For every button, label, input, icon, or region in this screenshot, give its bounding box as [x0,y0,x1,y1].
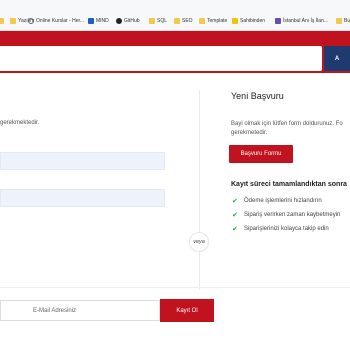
benefits-title: Kayıt süreci tamamlandıktan sonra [231,181,347,188]
bookmark-online-kurslar[interactable]: Online Kurslar - Her... [28,16,84,26]
bookmark-seo[interactable]: SEO [174,16,193,26]
check-icon: ✔ [232,226,238,233]
folder-icon [199,18,205,24]
form-note: gerekmektedir. [0,120,40,126]
search-button[interactable]: A [324,46,350,71]
column-divider [199,90,200,290]
bookmark-github[interactable]: GitHub [116,16,140,26]
bookmark-sql[interactable]: SQL [149,16,167,26]
new-application-description: Bayi olmak için lütfen form doldurunuz. … [231,121,343,136]
check-icon: ✔ [232,212,238,219]
mind-icon [88,18,94,24]
folder-icon [149,18,155,24]
bookmark-folder[interactable] [0,16,6,26]
search-input[interactable] [0,46,322,71]
footer-divider [0,287,350,288]
password-field[interactable] [0,189,165,207]
bookmark-template[interactable]: Template [199,16,227,26]
sahibinden-icon [232,18,238,24]
bookmark-sahibinden[interactable]: Sahibinden [232,16,265,26]
new-application-title: Yeni Başvuru [231,91,284,101]
newsletter-signup-button[interactable]: Kayıt Ol [160,299,214,322]
username-field[interactable] [0,152,165,170]
application-form-button[interactable]: Başvuru Formu [229,145,293,163]
benefit-item: ✔ Ödeme işlemlerini hızlandırın [232,198,322,205]
purple-icon [275,18,281,24]
benefit-item: ✔ Siparişlerinizi kolayca takip edin [232,226,329,233]
folder-icon [336,18,342,24]
globe-icon [28,18,34,24]
bookmark-bu[interactable]: Bu [336,16,350,26]
folder-icon [10,18,16,24]
bookmark-istanbul-is-ilan[interactable]: İstanbul Anı İş İlan... [275,16,328,26]
bookmarks-bar: Yazılım Online Kurslar - Her... MIND Git… [0,0,350,31]
check-icon: ✔ [232,198,238,205]
newsletter-email-input[interactable]: E-Mail Adresiniz [0,300,160,321]
benefit-item: ✔ Sipariş verirken zaman kaybetmeyin [232,212,341,219]
folder-icon [174,18,180,24]
or-separator: veya [189,232,209,252]
folder-icon [0,18,4,24]
bookmark-mind[interactable]: MIND [88,16,109,26]
github-icon [116,18,122,24]
